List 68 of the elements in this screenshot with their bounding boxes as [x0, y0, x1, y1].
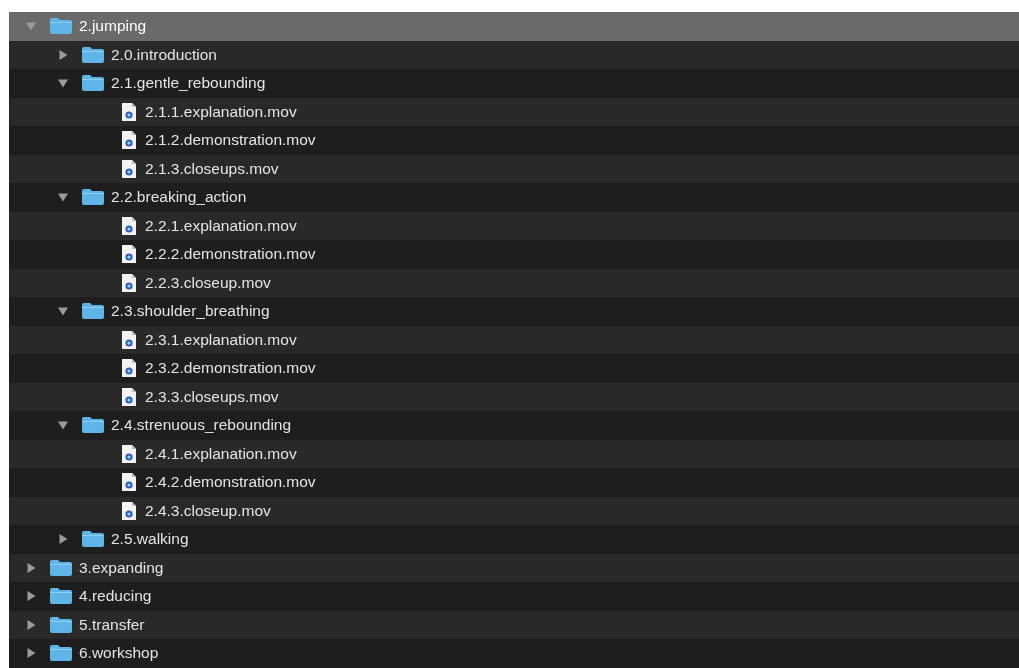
folder-icon	[50, 645, 72, 662]
item-name: 5.transfer	[79, 615, 145, 634]
item-name: 2.1.gentle_rebounding	[111, 74, 266, 93]
tree-row[interactable]: 3.expanding	[9, 553, 1019, 582]
item-name: 2.2.1.explanation.mov	[145, 216, 297, 235]
movie-file-icon	[122, 216, 136, 235]
tree-row[interactable]: 2.jumping	[9, 12, 1019, 41]
tree-row[interactable]: 2.2.1.explanation.mov	[9, 211, 1019, 240]
item-name: 2.2.2.demonstration.mov	[145, 245, 316, 264]
folder-icon	[50, 616, 72, 633]
movie-file-icon	[122, 359, 136, 378]
item-name: 2.2.3.closeup.mov	[145, 273, 271, 292]
expand-triangle-icon[interactable]	[58, 49, 68, 60]
tree-row[interactable]: 2.1.1.explanation.mov	[9, 97, 1019, 126]
item-name: 2.4.strenuous_rebounding	[111, 416, 292, 435]
collapse-triangle-icon[interactable]	[58, 306, 68, 317]
item-name: 4.reducing	[79, 587, 152, 606]
item-name: 2.5.walking	[111, 530, 189, 549]
expand-triangle-icon[interactable]	[26, 619, 36, 630]
item-name: 2.4.1.explanation.mov	[145, 444, 297, 463]
item-name: 2.1.3.closeups.mov	[145, 159, 279, 178]
folder-icon	[82, 531, 104, 548]
expand-triangle-icon[interactable]	[58, 534, 68, 545]
item-name: 2.4.3.closeup.mov	[145, 501, 271, 520]
movie-file-icon	[122, 159, 136, 178]
folder-icon	[82, 303, 104, 320]
folder-icon	[50, 559, 72, 576]
folder-icon	[82, 189, 104, 206]
expand-triangle-icon[interactable]	[26, 648, 36, 659]
expand-triangle-icon[interactable]	[26, 591, 36, 602]
item-name: 2.1.2.demonstration.mov	[145, 131, 316, 150]
movie-file-icon	[122, 273, 136, 292]
collapse-triangle-icon[interactable]	[58, 192, 68, 203]
tree-row[interactable]: 2.2.3.closeup.mov	[9, 268, 1019, 297]
folder-icon	[50, 18, 72, 35]
folder-icon	[82, 75, 104, 92]
item-name: 2.2.breaking_action	[111, 188, 247, 207]
folder-icon	[50, 588, 72, 605]
tree-row[interactable]: 2.1.3.closeups.mov	[9, 154, 1019, 183]
item-name: 2.3.2.demonstration.mov	[145, 359, 316, 378]
item-name: 2.0.introduction	[111, 45, 217, 64]
tree-row[interactable]: 2.3.3.closeups.mov	[9, 382, 1019, 411]
movie-file-icon	[122, 473, 136, 492]
tree-row[interactable]: 2.4.3.closeup.mov	[9, 496, 1019, 525]
movie-file-icon	[122, 501, 136, 520]
folder-icon	[82, 417, 104, 434]
item-name: 3.expanding	[79, 558, 164, 577]
expand-triangle-icon[interactable]	[26, 562, 36, 573]
item-name: 2.3.1.explanation.mov	[145, 330, 297, 349]
movie-file-icon	[122, 245, 136, 264]
movie-file-icon	[122, 387, 136, 406]
item-name: 2.4.2.demonstration.mov	[145, 473, 316, 492]
item-name: 2.jumping	[79, 17, 147, 36]
movie-file-icon	[122, 102, 136, 121]
item-name: 2.1.1.explanation.mov	[145, 102, 297, 121]
tree-row[interactable]: 2.0.introduction	[9, 40, 1019, 69]
movie-file-icon	[122, 330, 136, 349]
collapse-triangle-icon[interactable]	[58, 420, 68, 431]
item-name: 2.3.3.closeups.mov	[145, 387, 279, 406]
movie-file-icon	[122, 444, 136, 463]
movie-file-icon	[122, 131, 136, 150]
item-name: 2.3.shoulder_breathing	[111, 302, 270, 321]
item-name: 6.workshop	[79, 644, 159, 663]
folder-icon	[82, 46, 104, 63]
collapse-triangle-icon[interactable]	[58, 78, 68, 89]
tree-row[interactable]: 2.4.1.explanation.mov	[9, 439, 1019, 468]
tree-row[interactable]: 5.transfer	[9, 610, 1019, 639]
tree-row[interactable]: 2.3.1.explanation.mov	[9, 325, 1019, 354]
